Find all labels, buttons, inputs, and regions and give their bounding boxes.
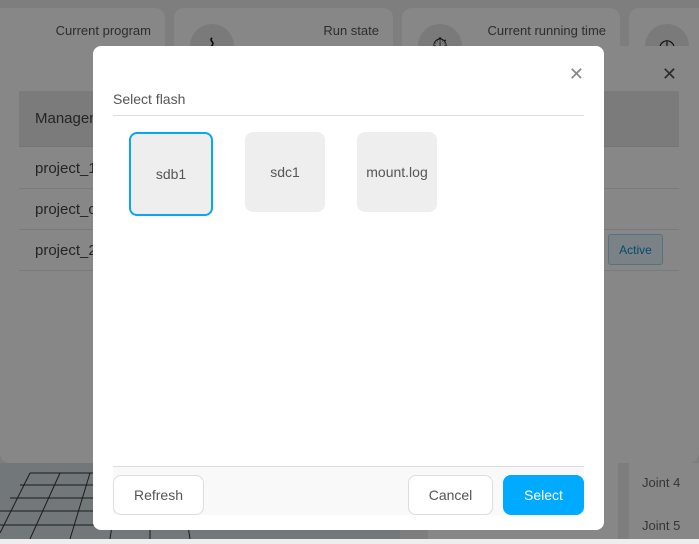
dialog-title: Select flash [113, 91, 186, 107]
refresh-button[interactable]: Refresh [113, 475, 204, 515]
select-button[interactable]: Select [503, 475, 584, 515]
item-label: mount.log [366, 164, 428, 180]
cancel-button[interactable]: Cancel [408, 475, 493, 515]
close-icon[interactable]: ✕ [569, 64, 584, 85]
flash-item-sdb1[interactable]: sdb1 [129, 132, 213, 216]
select-flash-dialog: ✕ Select flash sdb1 sdc1 mount.log Refre… [93, 46, 604, 530]
flash-item-sdc1[interactable]: sdc1 [245, 132, 325, 212]
item-label: sdb1 [155, 166, 187, 182]
dialog-footer: Refresh Cancel Select [113, 466, 584, 515]
divider [113, 115, 584, 116]
flash-item-mount-log[interactable]: mount.log [357, 132, 437, 212]
item-label: sdc1 [270, 164, 300, 180]
